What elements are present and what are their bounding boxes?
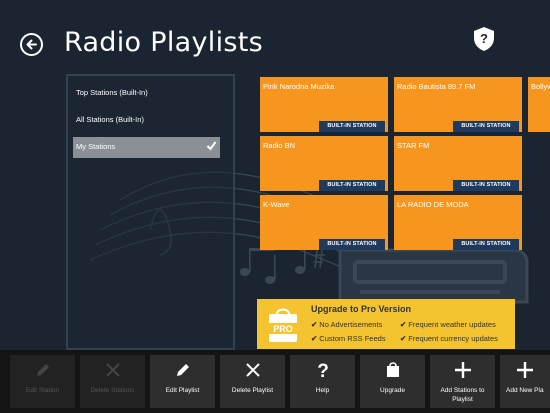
app-bar: Edit Station Delete Stations Edit Playli… (0, 350, 550, 413)
station-tile[interactable]: LA RADIO DE MODA BUILT-IN STATION (394, 195, 522, 250)
add-new-playlist-button[interactable]: Add New Pla (500, 355, 550, 408)
pro-shopping-bag-icon: PRO (269, 308, 297, 342)
station-tile[interactable]: Radio BN BUILT-IN STATION (260, 136, 388, 191)
help-shield-icon[interactable]: ? (473, 26, 495, 52)
check-icon (206, 141, 217, 151)
pencil-icon (176, 364, 189, 376)
edit-playlist-button[interactable]: Edit Playlist (150, 355, 215, 408)
upgrade-button[interactable]: Upgrade (360, 355, 425, 408)
add-stations-to-playlist-button[interactable]: Add Stations to Playlist (430, 355, 495, 408)
built-in-badge: BUILT-IN STATION (319, 239, 385, 250)
station-name: LA RADIO DE MODA (397, 200, 469, 209)
built-in-badge: BUILT-IN STATION (453, 180, 519, 191)
playlist-item-top-stations[interactable]: Top Stations (Built-In) (73, 83, 220, 104)
playlist-item-label: All Stations (Built-In) (76, 115, 144, 124)
question-icon: ? (317, 361, 329, 382)
station-name: Radio Bautista 89.7 FM (397, 82, 476, 91)
playlist-item-my-stations[interactable]: My Stations (73, 137, 220, 158)
feature-item: ✔ Frequent weather updates (400, 320, 496, 329)
playlist-item-label: Top Stations (Built-In) (76, 88, 148, 97)
x-icon (105, 363, 120, 377)
station-name: Radio BN (263, 141, 296, 150)
feature-item: ✔ No Advertisements (311, 320, 383, 329)
edit-station-button[interactable]: Edit Station (10, 355, 75, 408)
svg-text:?: ? (480, 31, 488, 46)
plus-icon (454, 362, 471, 378)
playlist-item-all-stations[interactable]: All Stations (Built-In) (73, 110, 220, 131)
feature-item: ✔ Custom RSS Feeds (311, 334, 386, 343)
plus-icon (517, 362, 533, 378)
built-in-badge: BUILT-IN STATION (319, 180, 385, 191)
delete-playlist-button[interactable]: Delete Playlist (220, 355, 285, 408)
delete-stations-button[interactable]: Delete Stations (80, 355, 145, 408)
pro-icon-text: PRO (273, 324, 293, 334)
station-tile[interactable]: Bollyw (528, 77, 550, 132)
station-tile[interactable]: STAR FM BUILT-IN STATION (394, 136, 522, 191)
station-name: Bollyw (531, 82, 550, 91)
playlist-item-label: My Stations (76, 142, 116, 151)
station-tile[interactable]: K-Wave BUILT-IN STATION (260, 195, 388, 250)
station-name: K-Wave (263, 200, 290, 209)
station-name: Pink Narodna Muzika (263, 82, 335, 91)
upgrade-title: Upgrade to Pro Version (311, 304, 412, 314)
station-tile[interactable]: Radio Bautista 89.7 FM BUILT-IN STATION (394, 77, 522, 132)
svg-text:?: ? (317, 361, 329, 380)
station-name: STAR FM (397, 141, 430, 150)
arrow-left-icon (26, 39, 37, 50)
built-in-badge: BUILT-IN STATION (319, 121, 385, 132)
pencil-icon (36, 364, 49, 376)
built-in-badge: BUILT-IN STATION (453, 121, 519, 132)
upgrade-banner[interactable]: PRO Upgrade to Pro Version ✔ No Advertise… (257, 299, 515, 349)
shopping-bag-icon (386, 362, 399, 377)
feature-item: ✔ Frequent currency updates (400, 334, 498, 343)
page-title: Radio Playlists (64, 27, 263, 58)
help-button[interactable]: ? Help (290, 355, 355, 408)
back-button[interactable] (20, 33, 43, 56)
station-tile[interactable]: Pink Narodna Muzika BUILT-IN STATION (260, 77, 388, 132)
built-in-badge: BUILT-IN STATION (453, 239, 519, 250)
playlist-list: Top Stations (Built-In) All Stations (Bu… (66, 74, 235, 350)
x-icon (245, 363, 260, 377)
